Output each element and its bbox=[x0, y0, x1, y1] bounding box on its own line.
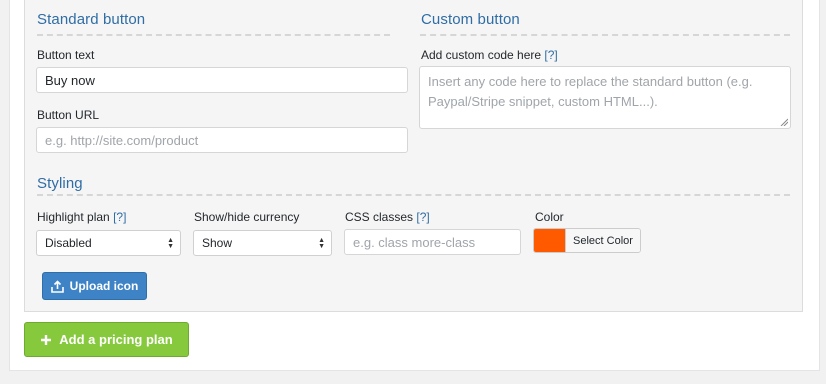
color-picker-button[interactable]: Select Color bbox=[533, 228, 641, 253]
button-text-label: Button text bbox=[37, 48, 95, 62]
custom-code-textarea[interactable]: Insert any code here to replace the stan… bbox=[419, 66, 791, 129]
custom-code-placeholder: Insert any code here to replace the stan… bbox=[428, 74, 753, 109]
select-color-label: Select Color bbox=[565, 229, 640, 252]
plus-icon bbox=[41, 334, 52, 345]
custom-code-label-text: Add custom code here bbox=[421, 48, 542, 62]
section-divider bbox=[37, 194, 790, 196]
standard-button-title: Standard button bbox=[37, 11, 146, 28]
highlight-plan-select[interactable]: Disabled ▲ ▼ bbox=[36, 230, 181, 256]
custom-button-title: Custom button bbox=[421, 11, 520, 28]
upload-icon-button[interactable]: Upload icon bbox=[42, 272, 147, 300]
button-text-input[interactable]: Buy now bbox=[36, 67, 408, 93]
highlight-plan-label-text: Highlight plan bbox=[37, 210, 110, 224]
css-classes-input[interactable]: e.g. class more-class bbox=[344, 229, 521, 255]
custom-code-label: Add custom code here [?] bbox=[421, 48, 558, 62]
highlight-plan-label: Highlight plan [?] bbox=[37, 210, 126, 224]
add-pricing-plan-label: Add a pricing plan bbox=[59, 332, 173, 347]
section-divider bbox=[37, 34, 390, 36]
show-currency-value: Show bbox=[202, 236, 233, 250]
css-classes-label: CSS classes [?] bbox=[345, 210, 430, 224]
resize-handle-icon[interactable] bbox=[780, 118, 788, 126]
show-currency-label: Show/hide currency bbox=[194, 210, 300, 224]
highlight-plan-help-link[interactable]: [?] bbox=[113, 210, 126, 224]
upload-icon-label: Upload icon bbox=[69, 279, 139, 293]
section-divider bbox=[420, 34, 790, 36]
select-arrows-icon: ▲ ▼ bbox=[318, 237, 325, 250]
css-classes-help-link[interactable]: [?] bbox=[416, 210, 429, 224]
custom-code-help-link[interactable]: [?] bbox=[544, 48, 557, 62]
css-classes-label-text: CSS classes bbox=[345, 210, 414, 224]
color-label: Color bbox=[535, 210, 564, 224]
show-currency-select[interactable]: Show ▲ ▼ bbox=[193, 230, 332, 256]
color-swatch bbox=[534, 229, 565, 252]
add-pricing-plan-button[interactable]: Add a pricing plan bbox=[24, 322, 189, 357]
plan-settings-panel bbox=[24, 0, 803, 312]
upload-icon bbox=[50, 279, 64, 293]
button-url-label: Button URL bbox=[37, 108, 100, 122]
highlight-plan-value: Disabled bbox=[45, 236, 92, 250]
button-url-input[interactable]: e.g. http://site.com/product bbox=[36, 127, 408, 153]
styling-title: Styling bbox=[37, 175, 83, 192]
select-arrows-icon: ▲ ▼ bbox=[167, 237, 174, 250]
